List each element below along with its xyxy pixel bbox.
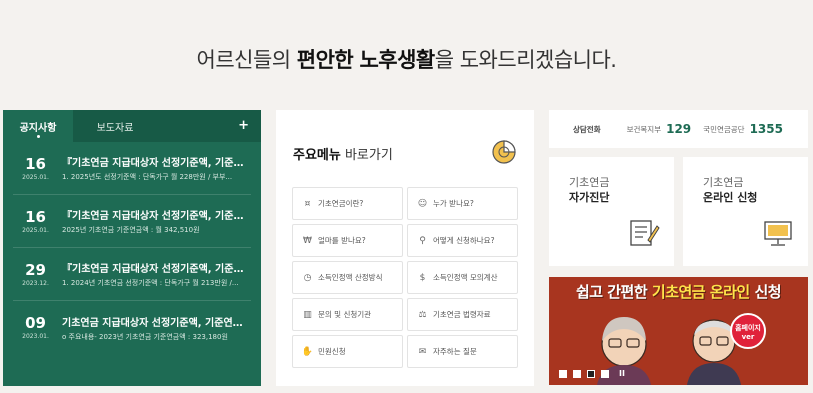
- card-title: 기초연금자가진단: [569, 175, 609, 205]
- card-line-1: 기초연금: [569, 176, 610, 189]
- menu-item-who[interactable]: ☺ 누가 받나요?: [407, 187, 518, 220]
- computer-icon: [764, 221, 792, 246]
- slide-dot-3[interactable]: [587, 369, 595, 378]
- tab-notice[interactable]: 공지사항: [3, 110, 73, 142]
- notice-year-month: 2023.01.: [22, 333, 49, 340]
- menu-item-how-much[interactable]: ₩ 얼마를 받나요?: [292, 224, 403, 257]
- call-org-pension: 국민연금공단: [703, 124, 745, 134]
- menu-item-label: 어떻게 신청하나요?: [433, 236, 495, 245]
- coins-icon: ¤: [304, 198, 311, 209]
- main-menu-panel: 주요메뉴 바로가기 ¤ 기초연금이란? ☺ 누가 받나요? ₩ 얼마를 받나요? ⚲ 어…: [276, 110, 534, 386]
- badge-line-1: 홈페이지: [735, 324, 761, 332]
- law-icon: ⚖: [418, 309, 427, 320]
- notice-summary: o 주요내용- 2023년 기초연금 기준연금액 : 323,180원: [62, 332, 228, 341]
- menu-title-rest: 바로가기: [340, 148, 393, 163]
- menu-item-label: 기초연금 법령자료: [433, 310, 491, 319]
- people-icon: ☺: [417, 198, 428, 209]
- menu-item-faq[interactable]: ✉ 자주하는 질문: [407, 335, 518, 368]
- card-title: 기초연금온라인 신청: [703, 175, 757, 205]
- card-line-2: 자가진단: [569, 191, 610, 204]
- notice-item[interactable]: 29 2023.12. 『기초연금 지급대상자 선정기준액, 기준연금... 1…: [13, 248, 251, 301]
- more-button[interactable]: +: [238, 118, 249, 133]
- notice-summary: 1. 2025년도 선정기준액 : 단독가구 월 228만원 / 부부...: [62, 173, 233, 181]
- hand-icon: ✋: [301, 346, 314, 357]
- notice-year-month: 2025.01.: [22, 173, 49, 181]
- notice-day: 16: [25, 154, 46, 173]
- notice-item[interactable]: 16 2025.01. 『기초연금 지급대상자 선정기준액, 기준연금... 2…: [13, 195, 251, 248]
- clock-icon: ◷: [303, 272, 312, 283]
- call-number-welfare[interactable]: 129: [666, 122, 691, 136]
- slide-dot-1[interactable]: [559, 369, 567, 378]
- building-icon: ▥: [303, 309, 312, 320]
- notice-title[interactable]: 『기초연금 지급대상자 선정기준액, 기준연금...: [62, 260, 251, 275]
- call-number-pension[interactable]: 1355: [750, 122, 783, 136]
- notice-tabs: 공지사항 보도자료 +: [3, 110, 261, 142]
- headline-bold-2: 노후생활: [359, 48, 435, 72]
- headline-bold-1: 편안한: [296, 48, 354, 72]
- notice-day: 16: [25, 207, 46, 226]
- notice-title[interactable]: 『기초연금 지급대상자 선정기준액, 기준연금...: [62, 207, 251, 222]
- promo-banner[interactable]: 쉽고 간편한 기초연금 온라인 신청 홈페이지 ver II: [549, 277, 808, 385]
- menu-item-what-is[interactable]: ¤ 기초연금이란?: [292, 187, 403, 220]
- menu-item-how-apply[interactable]: ⚲ 어떻게 신청하나요?: [407, 224, 518, 257]
- tab-press[interactable]: 보도자료: [73, 110, 157, 142]
- main-headline: 어르신들의 편안한 노후생활을 도와드리겠습니다.: [0, 44, 813, 74]
- card-line-1: 기초연금: [703, 176, 744, 189]
- menu-item-label: 민원신청: [318, 347, 346, 356]
- slide-controls: II: [559, 369, 625, 378]
- call-bar: 상담전화 보건복지부 129 국민연금공단 1355: [549, 110, 808, 148]
- menu-item-contact[interactable]: ▥ 문의 및 신청기관: [292, 298, 403, 331]
- checklist-icon: [630, 220, 660, 246]
- search-doc-icon: ⚲: [419, 235, 426, 246]
- notice-title[interactable]: 기초연금 지급대상자 선정기준액, 기준연금액...: [62, 314, 251, 329]
- menu-item-label: 문의 및 신청기관: [318, 310, 372, 319]
- money-icon: ₩: [303, 235, 312, 246]
- notice-item[interactable]: 16 2025.01. 『기초연금 지급대상자 선정기준액, 기준연금... 1…: [13, 142, 251, 195]
- notice-summary: 2025년 기초연금 기준연금액 : 월 342,510원: [62, 226, 200, 234]
- notice-year-month: 2023.12.: [22, 279, 49, 287]
- call-org-welfare: 보건복지부: [626, 124, 662, 134]
- notice-panel: 공지사항 보도자료 + 16 2025.01. 『기초연금 지급대상자 선정기준…: [3, 110, 261, 386]
- pie-coin-icon: [492, 140, 516, 164]
- notice-day: 09: [25, 314, 46, 332]
- pause-icon[interactable]: II: [619, 369, 625, 378]
- notice-year-month: 2025.01.: [22, 226, 49, 234]
- menu-item-law[interactable]: ⚖ 기초연금 법령자료: [407, 298, 518, 331]
- menu-item-label: 기초연금이란?: [318, 199, 364, 208]
- headline-pre: 어르신들의: [196, 48, 297, 72]
- online-apply-card[interactable]: 기초연금온라인 신청: [683, 157, 808, 266]
- menu-item-income-calc[interactable]: $ 소득인정액 모의계산: [407, 261, 518, 294]
- notice-date: 16 2025.01.: [13, 209, 58, 234]
- menu-item-label: 소득인정액 산정방식: [318, 273, 383, 282]
- notice-date: 29 2023.12.: [13, 262, 58, 287]
- notice-date: 16 2025.01.: [13, 156, 58, 181]
- slide-dot-2[interactable]: [573, 369, 581, 378]
- notice-date: 09 2023.01.: [13, 315, 58, 340]
- notice-title[interactable]: 『기초연금 지급대상자 선정기준액, 기준연금...: [62, 154, 251, 169]
- badge-line-2: ver: [741, 333, 755, 341]
- menu-item-label: 자주하는 질문: [433, 347, 477, 356]
- homepage-badge: 홈페이지 ver: [730, 313, 766, 349]
- notice-day: 29: [25, 260, 46, 279]
- menu-item-label: 얼마를 받나요?: [318, 236, 366, 245]
- self-diagnosis-card[interactable]: 기초연금자가진단: [549, 157, 674, 266]
- menu-title: 주요메뉴 바로가기: [293, 144, 393, 163]
- card-line-2: 온라인 신청: [703, 191, 758, 204]
- menu-item-label: 누가 받나요?: [433, 199, 474, 208]
- call-label: 상담전화: [573, 124, 601, 134]
- menu-item-income-method[interactable]: ◷ 소득인정액 산정방식: [292, 261, 403, 294]
- notice-summary: 1. 2024년 기초연금 선정기준액 : 단독가구 월 213만원 /...: [62, 279, 239, 287]
- menu-grid: ¤ 기초연금이란? ☺ 누가 받나요? ₩ 얼마를 받나요? ⚲ 어떻게 신청하나요? …: [292, 187, 519, 368]
- menu-title-bold: 주요메뉴: [293, 148, 341, 163]
- menu-item-label: 소득인정액 모의계산: [433, 273, 498, 282]
- menu-item-civil[interactable]: ✋ 민원신청: [292, 335, 403, 368]
- money-bag-icon: $: [419, 272, 426, 283]
- notice-item[interactable]: 09 2023.01. 기초연금 지급대상자 선정기준액, 기준연금액... o…: [13, 301, 251, 354]
- headline-post: 을 도와드리겠습니다.: [434, 48, 617, 72]
- slide-dot-4[interactable]: [601, 369, 609, 378]
- chat-icon: ✉: [418, 346, 427, 357]
- notice-list: 16 2025.01. 『기초연금 지급대상자 선정기준액, 기준연금... 1…: [3, 142, 261, 354]
